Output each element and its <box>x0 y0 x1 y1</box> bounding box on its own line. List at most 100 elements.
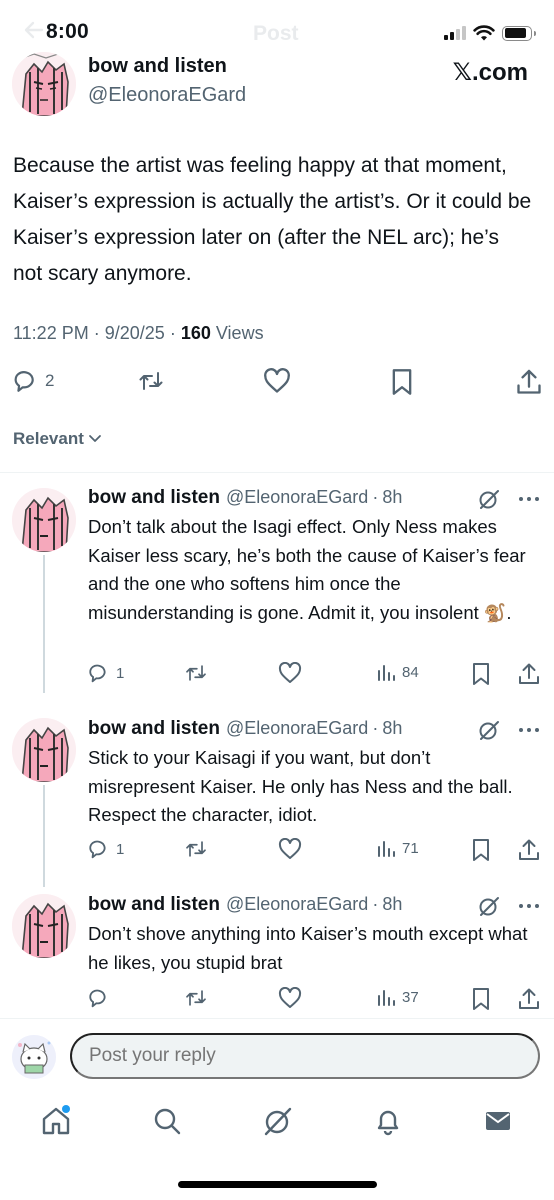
avatar[interactable] <box>12 894 76 958</box>
views-button[interactable]: 84 <box>376 662 419 682</box>
repost-button[interactable] <box>184 662 208 684</box>
repost-button[interactable] <box>184 838 208 860</box>
bookmark-button[interactable] <box>471 662 491 686</box>
reply-input[interactable] <box>70 1033 540 1079</box>
reply-author-handle[interactable]: @EleonoraEGard <box>226 894 368 915</box>
sort-relevant-dropdown[interactable]: Relevant <box>13 429 102 449</box>
bookmark-icon <box>473 839 489 861</box>
reply-button[interactable]: 1 <box>88 662 124 684</box>
avatar[interactable] <box>12 488 76 552</box>
reply-button[interactable] <box>88 987 116 1009</box>
reply-text-body: Don’t talk about the Isagi effect. Only … <box>88 516 526 623</box>
avatar[interactable] <box>12 718 76 782</box>
reply-text: Don’t talk about the Isagi effect. Only … <box>88 513 538 627</box>
share-button[interactable] <box>518 987 540 1011</box>
reply-author-name[interactable]: bow and listen <box>88 894 220 916</box>
reply-button[interactable]: 2 <box>13 368 54 394</box>
more-options-icon[interactable] <box>518 496 540 502</box>
wifi-icon <box>473 25 495 41</box>
status-time: 8:00 <box>46 20 89 43</box>
reply-age[interactable]: 8h <box>382 894 402 915</box>
reply-author-name[interactable]: bow and listen <box>88 718 220 740</box>
reply-icon <box>14 371 34 392</box>
reply-author-name[interactable]: bow and listen <box>88 487 220 509</box>
share-icon <box>519 663 539 684</box>
notifications-icon <box>377 1110 399 1136</box>
nav-messages[interactable] <box>482 1105 514 1142</box>
reply-icon <box>89 989 106 1008</box>
nav-grok[interactable] <box>262 1105 294 1142</box>
more-options-icon[interactable] <box>518 727 540 733</box>
reply-header-icons <box>478 488 540 510</box>
separator: · <box>372 487 379 507</box>
home-indicator <box>178 1181 377 1188</box>
chevron-down-icon <box>88 435 101 442</box>
heart-icon <box>278 662 302 683</box>
analytics-icon <box>378 990 395 1006</box>
battery-icon <box>502 25 536 41</box>
x-com-badge: 𝕏.com <box>452 59 528 86</box>
post-time[interactable]: 11:22 PM <box>13 323 89 343</box>
nav-notifications[interactable] <box>372 1105 404 1142</box>
bookmark-button[interactable] <box>390 368 414 396</box>
grok-icon[interactable] <box>478 488 500 510</box>
grok-icon <box>264 1107 292 1136</box>
reply-action-bar: 1 84 <box>0 662 554 688</box>
reply-text: Stick to your Kaisagi if you want, but d… <box>88 747 513 825</box>
nav-home[interactable] <box>40 1105 72 1142</box>
share-button[interactable] <box>516 368 542 396</box>
reply-header: bow and listen @EleonoraEGard · 8h <box>88 718 402 740</box>
views-button[interactable]: 71 <box>376 838 419 858</box>
author-name[interactable]: bow and listen <box>88 55 227 78</box>
like-button[interactable] <box>278 838 302 860</box>
share-button[interactable] <box>518 662 540 686</box>
repost-icon <box>186 990 206 1006</box>
heart-icon <box>278 987 302 1008</box>
heart-icon <box>278 838 302 859</box>
my-avatar[interactable] <box>12 1035 56 1079</box>
post-date[interactable]: 9/20/25 <box>105 323 165 343</box>
analytics-icon <box>378 665 395 681</box>
reply-text-end: . <box>506 601 512 623</box>
repost-icon <box>186 841 206 857</box>
reply-age[interactable]: 8h <box>382 487 402 508</box>
thread-line <box>43 785 45 887</box>
bottom-nav <box>0 1093 554 1200</box>
avatar[interactable] <box>12 52 76 116</box>
post-action-bar: 2 <box>0 368 554 398</box>
author-handle[interactable]: @EleonoraEGard <box>88 84 246 107</box>
like-button[interactable] <box>263 368 291 394</box>
bookmark-button[interactable] <box>471 838 491 862</box>
nav-search[interactable] <box>151 1105 183 1142</box>
views-label: Views <box>215 323 264 343</box>
heart-icon <box>264 368 290 393</box>
like-button[interactable] <box>278 987 302 1009</box>
like-button[interactable] <box>278 662 302 684</box>
more-options-icon[interactable] <box>518 903 540 909</box>
reply-header: bow and listen @EleonoraEGard · 8h <box>88 487 402 509</box>
reply-author-handle[interactable]: @EleonoraEGard <box>226 487 368 508</box>
repost-icon <box>139 372 163 390</box>
bookmark-button[interactable] <box>471 987 491 1011</box>
reply-button[interactable]: 1 <box>88 838 124 860</box>
repost-button[interactable] <box>184 987 208 1009</box>
grok-icon[interactable] <box>478 719 500 741</box>
reply-text: Don’t shove anything into Kaiser’s mouth… <box>88 923 528 973</box>
views-count: 37 <box>402 988 419 1006</box>
share-icon <box>517 369 541 394</box>
grok-icon[interactable] <box>478 895 500 917</box>
back-arrow-icon[interactable] <box>22 18 46 42</box>
separator: · <box>372 894 379 914</box>
reply-composer <box>0 1018 554 1092</box>
monkey-emoji: 🐒 <box>483 602 507 623</box>
views-count: 84 <box>402 663 419 681</box>
reply-age[interactable]: 8h <box>382 718 402 739</box>
status-icons <box>444 24 536 42</box>
page-title: Post <box>253 22 299 45</box>
views-button[interactable]: 37 <box>376 987 419 1007</box>
reply-author-handle[interactable]: @EleonoraEGard <box>226 718 368 739</box>
home-icon <box>42 1105 70 1135</box>
repost-button[interactable] <box>137 368 165 394</box>
reply-icon <box>89 664 106 683</box>
share-button[interactable] <box>518 838 540 862</box>
